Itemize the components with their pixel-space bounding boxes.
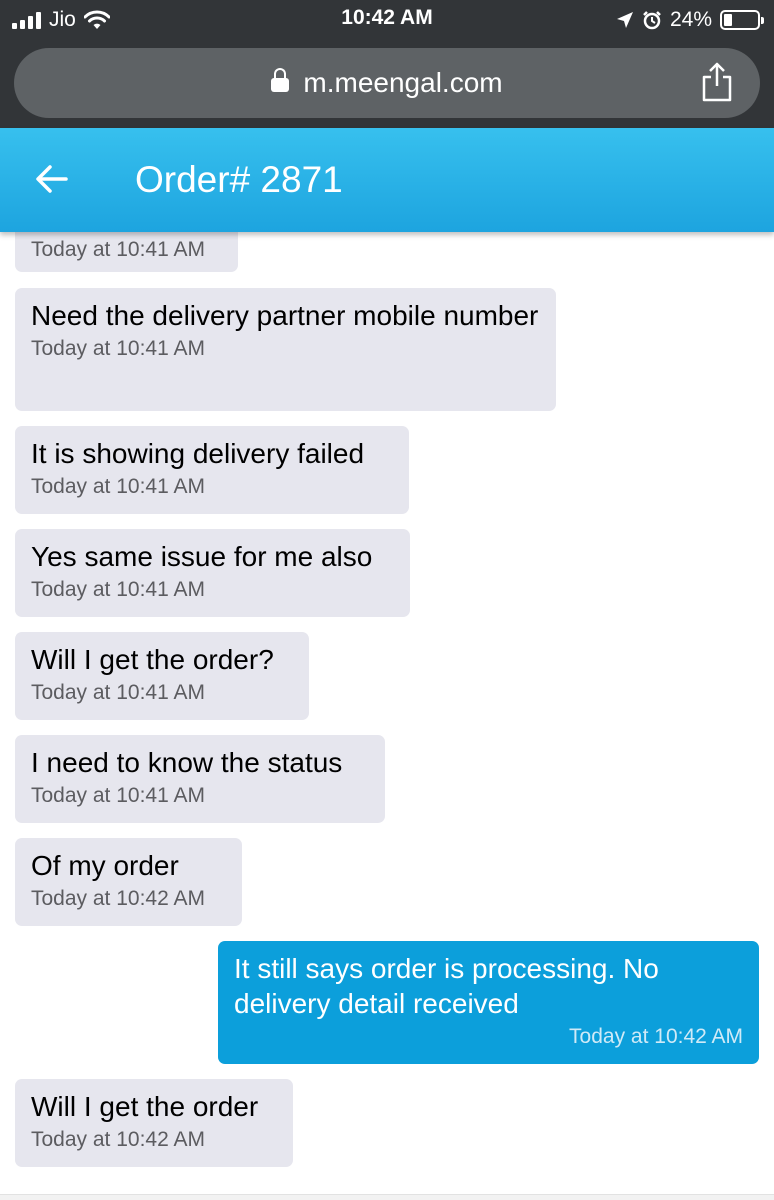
message-text: Will I get the order? — [31, 644, 274, 675]
message-bubble-incoming: Yes same issue for me also Today at 10:4… — [15, 529, 410, 617]
message-bubble-incoming: Today at 10:41 AM — [15, 232, 238, 272]
message-bubble-incoming: Need the delivery partner mobile number … — [15, 288, 556, 411]
status-bar: Jio 10:42 AM 24% — [0, 0, 774, 40]
url-bar[interactable]: m.meengal.com — [14, 48, 760, 118]
message-time: Today at 10:41 AM — [31, 681, 205, 704]
message-time: Today at 10:41 AM — [31, 784, 205, 807]
message-text: Need the delivery partner mobile number — [31, 300, 539, 331]
message-text: Of my order — [31, 850, 179, 881]
message-time: Today at 10:41 AM — [31, 475, 205, 498]
battery-level — [724, 14, 732, 26]
message-time: Today at 10:42 AM — [31, 1128, 205, 1151]
message-text: It still says order is processing. No de… — [234, 953, 659, 1019]
message-bubble-outgoing: It still says order is processing. No de… — [218, 941, 759, 1064]
message-bubble-incoming: Of my order Today at 10:42 AM — [15, 838, 242, 926]
status-right: 24% — [616, 6, 764, 34]
app-header: Order# 2871 — [0, 128, 774, 232]
lock-icon — [271, 67, 290, 92]
message-time: Today at 10:41 AM — [31, 578, 205, 601]
message-time: Today at 10:41 AM — [31, 238, 205, 261]
bottom-divider — [0, 1194, 774, 1200]
message-time: Today at 10:42 AM — [569, 1025, 743, 1048]
message-bubble-incoming: Will I get the order? Today at 10:41 AM — [15, 632, 309, 720]
battery-percent: 24% — [669, 8, 712, 31]
page-title: Order# 2871 — [135, 159, 343, 200]
message-time: Today at 10:41 AM — [31, 337, 205, 360]
url-text: m.meengal.com — [303, 67, 503, 98]
message-text: Yes same issue for me also — [31, 541, 373, 572]
back-arrow-icon[interactable] — [34, 161, 70, 197]
share-icon[interactable] — [700, 62, 734, 102]
message-text: I need to know the status — [31, 747, 343, 778]
message-bubble-incoming: I need to know the status Today at 10:41… — [15, 735, 385, 823]
browser-chrome: Jio 10:42 AM 24% m.meengal.com — [0, 0, 774, 128]
location-icon — [616, 12, 633, 28]
alarm-icon — [643, 11, 661, 30]
message-text: It is showing delivery failed — [31, 438, 365, 469]
message-time: Today at 10:42 AM — [31, 887, 205, 910]
message-bubble-incoming: Will I get the order Today at 10:42 AM — [15, 1079, 293, 1167]
message-text: Will I get the order — [31, 1091, 259, 1122]
url-display: m.meengal.com — [14, 67, 760, 99]
message-bubble-incoming: It is showing delivery failed Today at 1… — [15, 426, 409, 514]
chat-thread[interactable]: Today at 10:41 AM Need the delivery part… — [0, 232, 774, 1194]
battery-icon — [720, 10, 764, 30]
